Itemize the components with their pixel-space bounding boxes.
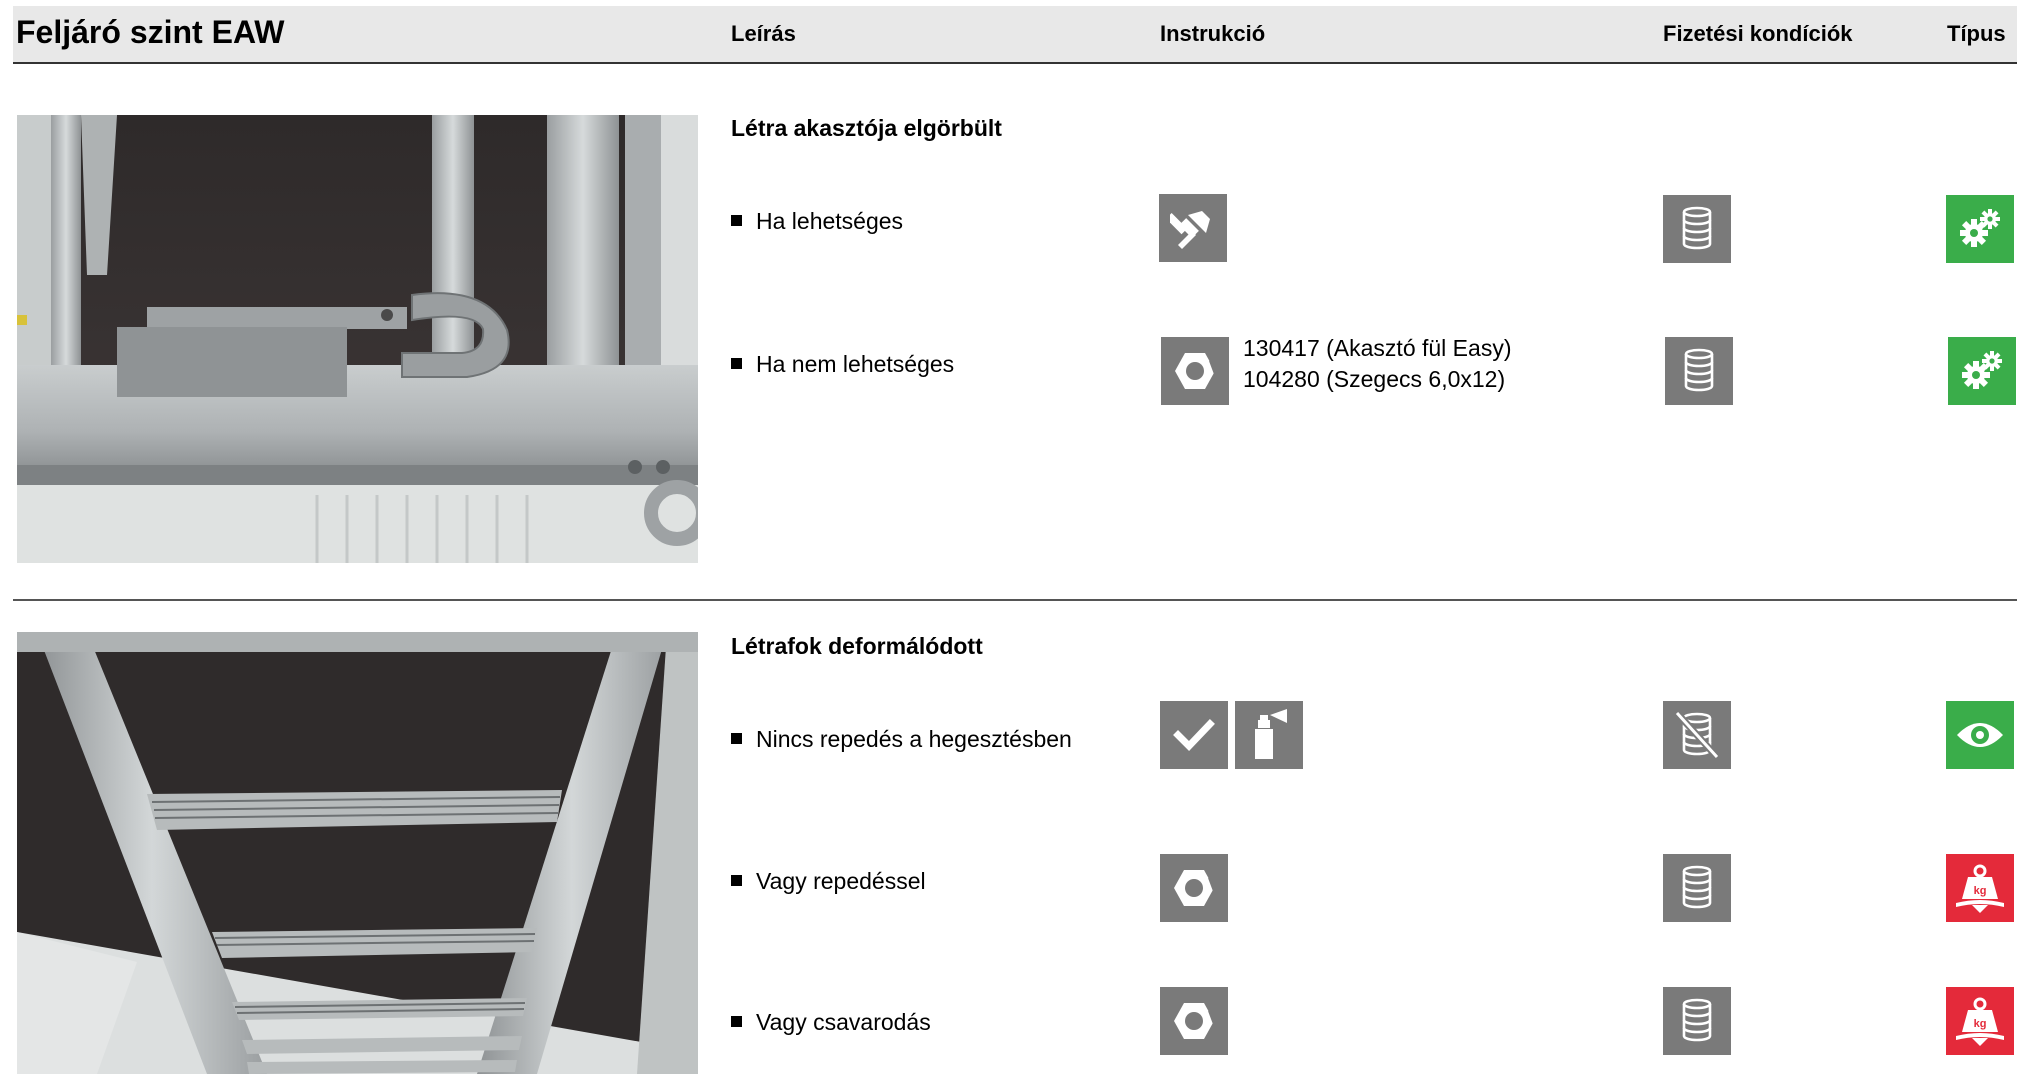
bullet-icon	[731, 358, 742, 370]
column-header-description: Leírás	[731, 21, 796, 46]
checkmark-icon	[1160, 701, 1228, 769]
ladder-hook-photo	[17, 115, 698, 563]
nut-icon	[1161, 337, 1229, 405]
section-title: Létrafok deformálódott	[731, 633, 983, 659]
bullet-icon	[731, 733, 742, 745]
column-header-payment: Fizetési kondíciók	[1663, 21, 1853, 46]
list-item: Ha lehetséges	[731, 208, 903, 235]
coin-stack-icon	[1663, 195, 1731, 263]
coin-stack-crossed-icon	[1663, 701, 1731, 769]
section-divider	[13, 599, 2017, 601]
list-item: Vagy csavarodás	[731, 1009, 931, 1036]
eye-icon	[1946, 701, 2014, 769]
hammer-icon	[1159, 194, 1227, 262]
coin-stack-icon	[1663, 987, 1731, 1055]
ladder-rungs-photo	[17, 632, 698, 1074]
coin-stack-icon	[1665, 337, 1733, 405]
weight-unit-label: kg	[1974, 1018, 1987, 1030]
page-title: Feljáró szint EAW	[16, 14, 285, 50]
list-item: Ha nem lehetséges	[731, 351, 954, 378]
bullet-icon	[731, 1016, 742, 1028]
spare-part-number: 104280 (Szegecs 6,0x12)	[1243, 366, 1506, 392]
section-title: Létra akasztója elgörbült	[731, 115, 1002, 141]
column-header-type: Típus	[1947, 21, 2006, 46]
gears-icon	[1948, 337, 2016, 405]
bullet-icon	[731, 875, 742, 887]
coin-stack-icon	[1663, 854, 1731, 922]
nut-icon	[1160, 854, 1228, 922]
spray-can-icon	[1235, 701, 1303, 769]
list-item: Vagy repedéssel	[731, 868, 926, 895]
weight-kg-icon: kg	[1946, 987, 2014, 1055]
gears-icon	[1946, 195, 2014, 263]
weight-unit-label: kg	[1974, 885, 1987, 897]
column-header-instruction: Instrukció	[1160, 21, 1266, 46]
weight-kg-icon: kg	[1946, 854, 2014, 922]
bullet-icon	[731, 215, 742, 227]
list-item: Nincs repedés a hegesztésben	[731, 726, 1072, 753]
spare-part-number: 130417 (Akasztó fül Easy)	[1243, 335, 1512, 361]
nut-icon	[1160, 987, 1228, 1055]
